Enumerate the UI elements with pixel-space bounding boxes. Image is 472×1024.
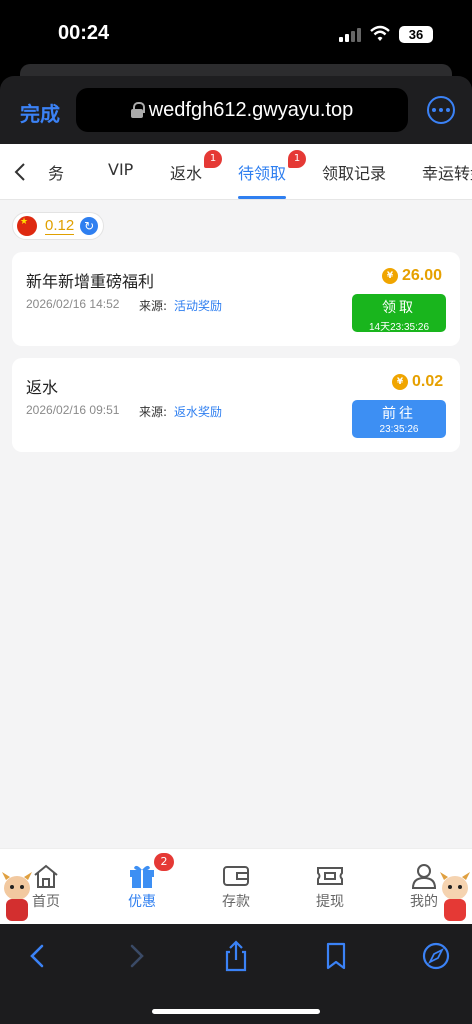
coin-icon: ¥: [392, 374, 408, 390]
home-icon: [34, 864, 58, 888]
china-flag-icon: [17, 216, 37, 236]
gift-icon: [130, 865, 154, 888]
tab-rebate-badge: 1: [204, 150, 222, 168]
mascot-right-icon: [440, 872, 470, 921]
tab-vip[interactable]: VIP: [108, 160, 133, 179]
tab-pending-badge: 1: [288, 150, 306, 168]
nav-promotions-label: 优惠: [128, 894, 156, 910]
profile-icon: [411, 864, 437, 889]
goto-countdown: 23:35:26: [379, 424, 419, 435]
nav-withdraw[interactable]: 提现: [294, 849, 366, 925]
wallet-icon: [223, 866, 249, 886]
nav-deposit[interactable]: 存款: [200, 849, 272, 925]
lock-icon: [130, 102, 145, 118]
reward-amount: 0.02: [412, 373, 444, 390]
reward-source: 活动奖励: [174, 299, 223, 313]
home-indicator: [152, 1009, 320, 1014]
reward-title: 新年新增重磅福利: [26, 272, 155, 291]
category-tabs: 务 VIP 返水 1 待领取 1 领取记录 幸运转盘: [0, 144, 472, 200]
active-tab-underline: [238, 196, 286, 199]
compass-icon[interactable]: [416, 938, 456, 974]
withdraw-ticket-icon: [317, 867, 343, 885]
tab-rebate[interactable]: 返水: [170, 160, 202, 184]
goto-button[interactable]: 前往 23:35:26: [352, 400, 446, 438]
coin-icon: ¥: [382, 268, 398, 284]
tab-lucky-wheel[interactable]: 幸运转盘: [422, 160, 472, 184]
status-bar: 00:24 36: [0, 0, 472, 68]
chevron-left-icon[interactable]: [14, 162, 26, 182]
page-content: 务 VIP 返水 1 待领取 1 领取记录 幸运转盘 0.12 ↻ 新年新增重磅…: [0, 144, 472, 924]
tab-claim-history[interactable]: 领取记录: [322, 160, 386, 184]
reward-title: 返水: [26, 378, 59, 397]
app-bottom-nav: 首页 2 优惠 存款 提现 我的: [0, 848, 472, 924]
back-arrow-icon[interactable]: [18, 938, 58, 974]
browser-top-bar: 完成 wedfgh612.gwyayu.top: [0, 76, 472, 144]
nav-promotions[interactable]: 2 优惠: [106, 849, 178, 925]
source-label: 来源:: [139, 299, 168, 313]
nav-promotions-badge: 2: [154, 853, 174, 871]
claim-button-label: 领取: [382, 300, 416, 316]
mascot-left-icon: [2, 872, 32, 921]
claim-button[interactable]: 领取 14天23:35:26: [352, 294, 446, 333]
cellular-signal-icon: [339, 28, 363, 42]
more-options-button[interactable]: [427, 96, 455, 124]
claim-countdown: 14天23:35:26: [368, 322, 430, 333]
tab-pending[interactable]: 待领取: [238, 160, 286, 184]
url-text: wedfgh612.gwyayu.top: [148, 98, 354, 121]
bookmarks-icon[interactable]: [316, 938, 356, 974]
battery-indicator: 36: [399, 26, 433, 43]
balance-pill: 0.12 ↻: [12, 212, 104, 240]
forward-arrow-icon[interactable]: [116, 938, 156, 974]
nav-deposit-label: 存款: [222, 894, 250, 910]
wifi-icon: [370, 25, 390, 41]
goto-button-label: 前往: [382, 406, 416, 422]
reward-time: 2026/02/16 14:52: [26, 297, 120, 311]
url-field[interactable]: wedfgh612.gwyayu.top: [76, 88, 408, 132]
reward-card: 新年新增重磅福利 ¥ 26.00 2026/02/16 14:52 来源: 活动…: [12, 252, 460, 346]
status-time: 00:24: [58, 22, 110, 44]
refresh-icon[interactable]: ↻: [80, 217, 99, 235]
nav-withdraw-label: 提现: [316, 894, 344, 910]
balance-value: 0.12: [45, 217, 75, 235]
reward-source: 返水奖励: [174, 405, 223, 419]
reward-time: 2026/02/16 09:51: [26, 403, 120, 417]
reward-card: 返水 ¥ 0.02 2026/02/16 09:51 来源: 返水奖励 前往 2…: [12, 358, 460, 452]
share-icon[interactable]: [216, 938, 256, 974]
source-label: 来源:: [139, 405, 168, 419]
reward-amount: 26.00: [402, 267, 443, 284]
done-button[interactable]: 完成: [20, 98, 60, 127]
tab-tasks[interactable]: 务: [48, 160, 64, 184]
